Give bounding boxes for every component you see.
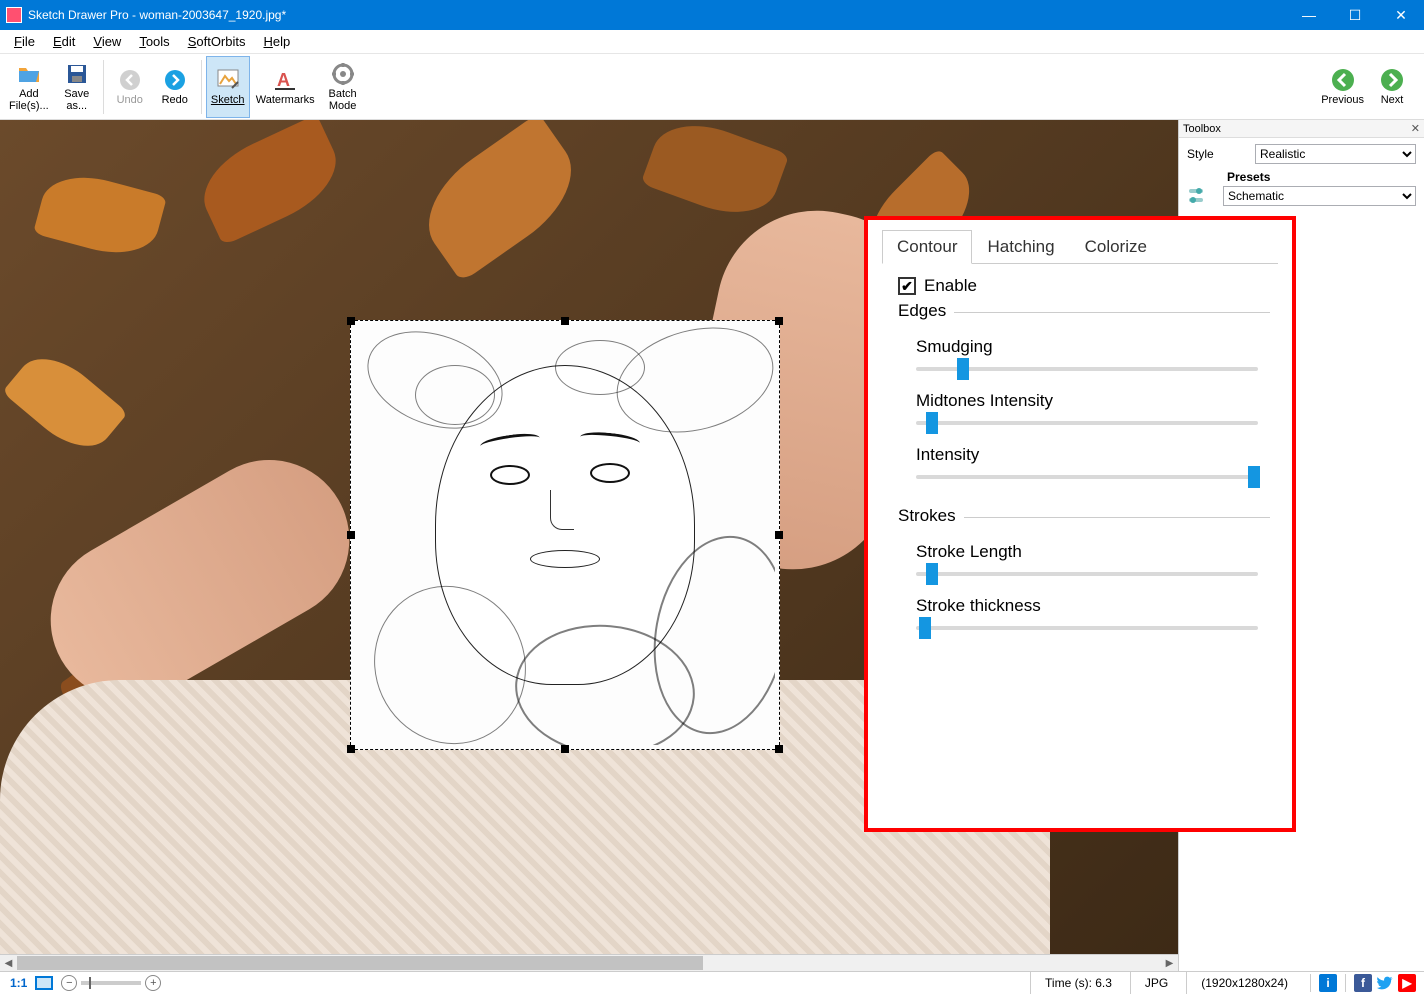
undo-button[interactable]: Undo — [108, 56, 152, 118]
fit-view-icon[interactable] — [35, 976, 53, 990]
stroke-length-label: Stroke Length — [916, 542, 1270, 562]
tab-colorize[interactable]: Colorize — [1070, 230, 1162, 264]
presets-select[interactable]: Schematic — [1223, 186, 1416, 206]
watermark-icon: A — [273, 68, 297, 92]
scroll-left-icon[interactable]: ◀ — [0, 955, 17, 971]
sketch-selection[interactable] — [350, 320, 780, 750]
info-icon[interactable]: i — [1319, 974, 1337, 992]
scrollbar-thumb[interactable] — [17, 956, 703, 970]
style-select[interactable]: Realistic — [1255, 144, 1416, 164]
smudging-label: Smudging — [916, 337, 1270, 357]
title-bar: Sketch Drawer Pro - woman-2003647_1920.j… — [0, 0, 1424, 30]
sketch-preview — [355, 325, 775, 745]
resize-handle[interactable] — [561, 317, 569, 325]
next-button[interactable]: Next — [1370, 56, 1414, 118]
menu-bar: File Edit View Tools SoftOrbits Help — [0, 30, 1424, 54]
sketch-icon — [216, 68, 240, 92]
previous-icon — [1331, 68, 1355, 92]
strokes-group: Strokes Stroke Length Stroke thickness — [898, 517, 1270, 634]
toolbox-header: Toolbox ✕ — [1179, 120, 1424, 138]
resize-handle[interactable] — [561, 745, 569, 753]
tab-hatching[interactable]: Hatching — [972, 230, 1069, 264]
maximize-button[interactable]: ☐ — [1332, 0, 1378, 30]
resize-handle[interactable] — [347, 745, 355, 753]
batch-mode-button[interactable]: Batch Mode — [321, 56, 365, 118]
menu-help[interactable]: Help — [255, 32, 298, 51]
undo-icon — [118, 68, 142, 92]
window-title: Sketch Drawer Pro - woman-2003647_1920.j… — [28, 8, 286, 22]
minimize-button[interactable]: — — [1286, 0, 1332, 30]
midtones-slider[interactable] — [916, 417, 1258, 429]
zoom-in-icon[interactable]: + — [145, 975, 161, 991]
menu-edit[interactable]: Edit — [45, 32, 83, 51]
next-icon — [1380, 68, 1404, 92]
resize-handle[interactable] — [347, 531, 355, 539]
save-icon — [65, 62, 89, 86]
sketch-button[interactable]: Sketch — [206, 56, 250, 118]
resize-handle[interactable] — [775, 531, 783, 539]
redo-icon — [163, 68, 187, 92]
scroll-right-icon[interactable]: ▶ — [1161, 955, 1178, 971]
intensity-slider[interactable] — [916, 471, 1258, 483]
edges-group: Edges Smudging Midtones Intensity Intens… — [898, 312, 1270, 483]
intensity-label: Intensity — [916, 445, 1270, 465]
zoom-slider[interactable]: − + — [61, 975, 161, 991]
status-bar: 1:1 − + Time (s): 6.3 JPG (1920x1280x24)… — [0, 971, 1424, 993]
twitter-icon[interactable] — [1376, 974, 1394, 992]
youtube-icon[interactable]: ▶ — [1398, 974, 1416, 992]
menu-view[interactable]: View — [85, 32, 129, 51]
menu-file[interactable]: File — [6, 32, 43, 51]
status-format: JPG — [1130, 972, 1182, 994]
resize-handle[interactable] — [347, 317, 355, 325]
resize-handle[interactable] — [775, 745, 783, 753]
watermarks-button[interactable]: A Watermarks — [251, 56, 320, 118]
zoom-out-icon[interactable]: − — [61, 975, 77, 991]
stroke-thickness-slider[interactable] — [916, 622, 1258, 634]
stroke-length-slider[interactable] — [916, 568, 1258, 580]
style-label: Style — [1187, 147, 1247, 161]
gear-icon — [331, 62, 355, 86]
contour-settings-panel: Contour Hatching Colorize ✔ Enable Edges… — [864, 216, 1296, 832]
facebook-icon[interactable]: f — [1354, 974, 1372, 992]
toolbox-close-icon[interactable]: ✕ — [1411, 122, 1420, 135]
zoom-ratio[interactable]: 1:1 — [10, 976, 27, 990]
status-dimensions: (1920x1280x24) — [1186, 972, 1302, 994]
toolbar: Add File(s)... Save as... Undo Redo Sket… — [0, 54, 1424, 120]
svg-text:A: A — [277, 70, 290, 90]
menu-tools[interactable]: Tools — [131, 32, 177, 51]
midtones-label: Midtones Intensity — [916, 391, 1270, 411]
menu-softorbits[interactable]: SoftOrbits — [180, 32, 254, 51]
redo-button[interactable]: Redo — [153, 56, 197, 118]
folder-add-icon — [17, 62, 41, 86]
checkbox-icon: ✔ — [898, 277, 916, 295]
enable-checkbox[interactable]: ✔ Enable — [898, 276, 1270, 296]
smudging-slider[interactable] — [916, 363, 1258, 375]
previous-button[interactable]: Previous — [1316, 56, 1369, 118]
close-button[interactable]: ✕ — [1378, 0, 1424, 30]
status-time: Time (s): 6.3 — [1030, 972, 1126, 994]
save-as-button[interactable]: Save as... — [55, 56, 99, 118]
presets-label: Presets — [1227, 170, 1416, 184]
stroke-thickness-label: Stroke thickness — [916, 596, 1270, 616]
tab-contour[interactable]: Contour — [882, 230, 972, 264]
resize-handle[interactable] — [775, 317, 783, 325]
presets-icon — [1187, 186, 1215, 206]
settings-tabs: Contour Hatching Colorize — [882, 230, 1278, 264]
app-icon — [6, 7, 22, 23]
horizontal-scrollbar[interactable]: ◀ ▶ — [0, 954, 1178, 971]
add-files-button[interactable]: Add File(s)... — [4, 56, 54, 118]
